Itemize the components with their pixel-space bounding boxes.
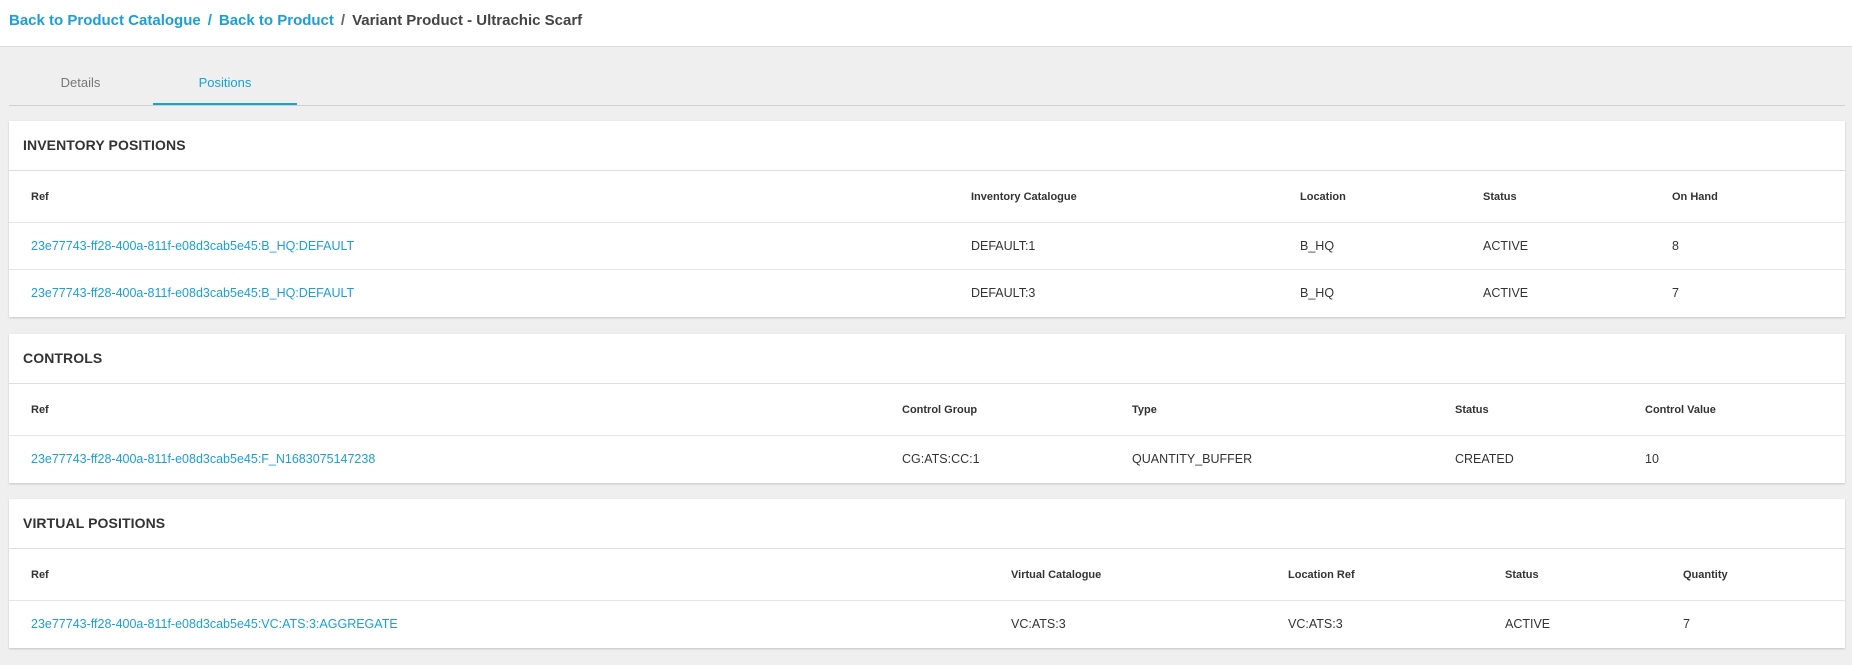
virtual-positions-card: VIRTUAL POSITIONS Ref Virtual Catalogue … — [9, 499, 1845, 648]
inventory-positions-title: INVENTORY POSITIONS — [9, 121, 1845, 171]
column-header-control-value: Control Value — [1645, 404, 1716, 416]
status-value: ACTIVE — [1483, 239, 1529, 253]
breadcrumb-separator: / — [207, 12, 212, 29]
table-header-row: Ref Virtual Catalogue Location Ref Statu… — [9, 549, 1845, 601]
table-row: 23e77743-ff28-400a-811f-e08d3cab5e45:B_H… — [9, 223, 1845, 270]
location-ref-value: VC:ATS:3 — [1288, 617, 1343, 631]
inventory-catalogue-value: DEFAULT:1 — [971, 239, 1036, 253]
status-value: ACTIVE — [1483, 286, 1529, 300]
column-header-virtual-catalogue: Virtual Catalogue — [1011, 569, 1102, 581]
controls-title: CONTROLS — [9, 334, 1845, 384]
status-value: CREATED — [1455, 452, 1514, 466]
column-header-location: Location — [1300, 191, 1346, 203]
breadcrumb-separator: / — [340, 12, 346, 29]
breadcrumb-back-to-catalogue-link[interactable]: Back to Product Catalogue — [9, 12, 201, 29]
column-header-status: Status — [1455, 404, 1489, 416]
tab-positions[interactable]: Positions — [153, 47, 297, 105]
column-header-status: Status — [1483, 191, 1517, 203]
location-value: B_HQ — [1300, 286, 1335, 300]
on-hand-value: 8 — [1672, 239, 1679, 253]
tab-details[interactable]: Details — [9, 47, 152, 105]
virtual-positions-title: VIRTUAL POSITIONS — [9, 499, 1845, 549]
column-header-type: Type — [1132, 404, 1157, 416]
inventory-position-ref-link[interactable]: 23e77743-ff28-400a-811f-e08d3cab5e45:B_H… — [31, 270, 354, 317]
column-header-ref: Ref — [31, 569, 49, 581]
virtual-catalogue-value: VC:ATS:3 — [1011, 617, 1066, 631]
table-row: 23e77743-ff28-400a-811f-e08d3cab5e45:B_H… — [9, 270, 1845, 317]
column-header-inventory-catalogue: Inventory Catalogue — [971, 191, 1077, 203]
table-row: 23e77743-ff28-400a-811f-e08d3cab5e45:VC:… — [9, 601, 1845, 648]
controls-card: CONTROLS Ref Control Group Type Status C… — [9, 334, 1845, 483]
column-header-status: Status — [1505, 569, 1539, 581]
inventory-position-ref-link[interactable]: 23e77743-ff28-400a-811f-e08d3cab5e45:B_H… — [31, 223, 354, 270]
inventory-catalogue-value: DEFAULT:3 — [971, 286, 1036, 300]
column-header-on-hand: On Hand — [1672, 191, 1718, 203]
column-header-ref: Ref — [31, 404, 49, 416]
breadcrumb: Back to Product Catalogue / Back to Produc… — [0, 0, 1852, 47]
control-value-value: 10 — [1645, 452, 1659, 466]
breadcrumb-back-to-product-link[interactable]: Back to Product — [219, 12, 334, 29]
column-header-quantity: Quantity — [1683, 569, 1728, 581]
status-value: ACTIVE — [1505, 617, 1551, 631]
column-header-location-ref: Location Ref — [1288, 569, 1355, 581]
location-value: B_HQ — [1300, 239, 1335, 253]
table-row: 23e77743-ff28-400a-811f-e08d3cab5e45:F_N… — [9, 436, 1845, 483]
on-hand-value: 7 — [1672, 286, 1679, 300]
column-header-ref: Ref — [31, 191, 49, 203]
breadcrumb-current-page: Variant Product - Ultrachic Scarf — [352, 12, 583, 29]
column-header-control-group: Control Group — [902, 404, 978, 416]
quantity-value: 7 — [1683, 617, 1690, 631]
inventory-positions-card: INVENTORY POSITIONS Ref Inventory Catalo… — [9, 121, 1845, 317]
tab-bar: Details Positions — [9, 47, 1845, 106]
control-group-value: CG:ATS:CC:1 — [902, 452, 980, 466]
virtual-position-ref-link[interactable]: 23e77743-ff28-400a-811f-e08d3cab5e45:VC:… — [31, 601, 398, 648]
type-value: QUANTITY_BUFFER — [1132, 452, 1253, 466]
table-header-row: Ref Inventory Catalogue Location Status … — [9, 171, 1845, 223]
control-ref-link[interactable]: 23e77743-ff28-400a-811f-e08d3cab5e45:F_N… — [31, 436, 375, 483]
table-header-row: Ref Control Group Type Status Control Va… — [9, 384, 1845, 436]
